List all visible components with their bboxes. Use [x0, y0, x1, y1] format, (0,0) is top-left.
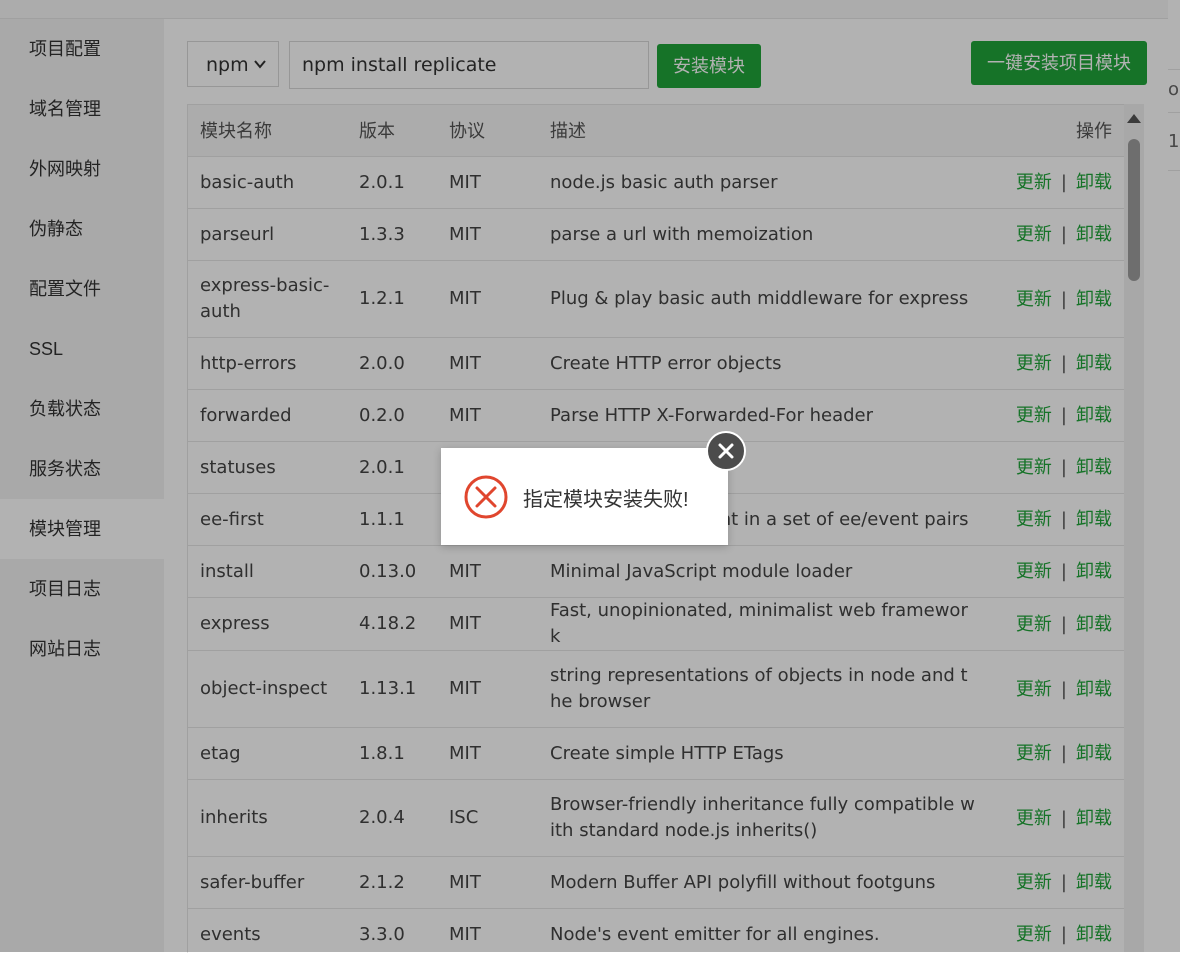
- toast-close-button[interactable]: [706, 431, 746, 471]
- error-toast: 指定模块安装失败!: [441, 448, 728, 545]
- error-circle-icon: [463, 474, 509, 520]
- toast-message: 指定模块安装失败!: [523, 483, 689, 512]
- close-icon: [716, 441, 736, 461]
